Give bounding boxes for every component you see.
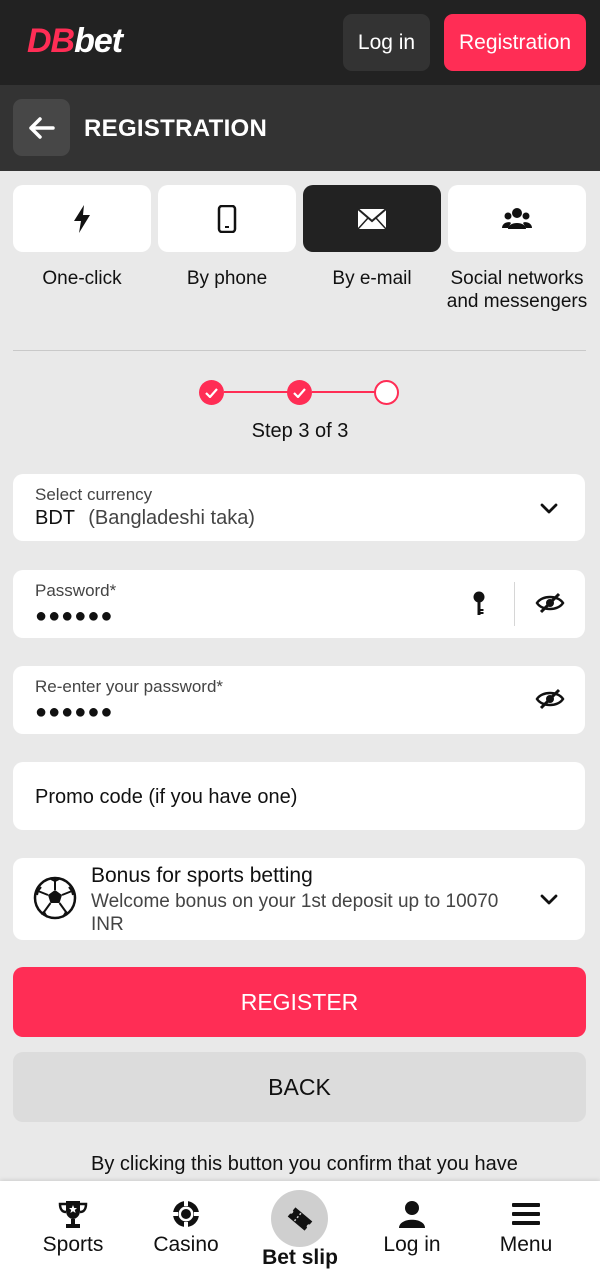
nav-login-label: Log in — [383, 1233, 441, 1256]
field-separator — [514, 582, 515, 626]
method-by-phone[interactable] — [158, 185, 296, 252]
back-button[interactable]: BACK — [13, 1052, 586, 1122]
registration-button[interactable]: Registration — [444, 14, 586, 71]
nav-casino[interactable]: Casino — [131, 1199, 241, 1257]
repassword-value: ●●●●●● — [35, 701, 114, 723]
currency-value: BDT (Bangladeshi taka) — [35, 507, 255, 530]
repassword-label: Re-enter your password* — [35, 677, 224, 696]
step-indicator-text: Step 3 of 3 — [251, 420, 349, 442]
method-by-email[interactable] — [303, 185, 441, 252]
step-2-done — [287, 380, 312, 405]
step-connector — [312, 391, 376, 393]
lightning-icon — [74, 204, 90, 233]
nav-sports[interactable]: Sports — [18, 1199, 128, 1257]
register-button[interactable]: REGISTER — [13, 967, 586, 1037]
trophy-icon — [58, 1201, 88, 1228]
envelope-icon — [357, 207, 387, 230]
ticket-icon — [287, 1206, 312, 1231]
arrow-left-icon — [28, 116, 55, 139]
bottom-navigation: Sports Casino Bet slip Log in Menu — [0, 1181, 600, 1280]
hamburger-menu-icon — [512, 1203, 540, 1225]
nav-login[interactable]: Log in — [357, 1199, 467, 1257]
nav-menu[interactable]: Menu — [471, 1199, 581, 1257]
method-label-one-click: One-click — [42, 268, 122, 289]
eye-slash-icon — [535, 688, 565, 710]
eye-slash-icon — [535, 592, 565, 614]
divider — [13, 350, 586, 351]
phone-icon — [217, 204, 237, 233]
nav-betslip[interactable] — [271, 1190, 328, 1247]
method-label-by-phone: By phone — [186, 268, 268, 289]
page-header: REGISTRATION — [0, 85, 600, 171]
currency-name: (Bangladeshi taka) — [88, 507, 255, 529]
step-1-done — [199, 380, 224, 405]
repassword-field[interactable]: Re-enter your password* ●●●●●● — [13, 666, 585, 734]
check-icon — [293, 387, 306, 398]
top-bar: DBbet Log in Registration — [0, 0, 600, 85]
users-icon — [502, 207, 532, 229]
page-title: REGISTRATION — [84, 115, 268, 142]
step-3-current — [374, 380, 399, 405]
bonus-title: Bonus for sports betting — [91, 864, 313, 887]
check-icon — [205, 387, 218, 398]
bonus-subtitle: Welcome bonus on your 1st deposit up to … — [91, 891, 499, 935]
promo-code-input[interactable]: Promo code (if you have one) — [13, 762, 585, 830]
nav-betslip-label: Bet slip — [262, 1246, 338, 1269]
nav-menu-label: Menu — [499, 1233, 553, 1256]
currency-select[interactable]: Select currency BDT (Bangladeshi taka) — [13, 474, 585, 541]
login-button[interactable]: Log in — [343, 14, 430, 71]
chevron-down-icon — [540, 894, 558, 905]
logo-part-db: DB — [27, 22, 75, 60]
user-icon — [399, 1201, 425, 1228]
method-label-by-email: By e-mail — [332, 268, 412, 289]
password-field[interactable]: Password* ●●●●●● — [13, 570, 585, 638]
step-connector — [224, 391, 288, 393]
soccer-ball-icon — [33, 876, 77, 920]
password-label: Password* — [35, 581, 117, 600]
bonus-select[interactable]: Bonus for sports betting Welcome bonus o… — [13, 858, 585, 940]
key-icon — [473, 591, 485, 615]
nav-sports-label: Sports — [42, 1233, 104, 1256]
toggle-repassword-visibility[interactable] — [535, 686, 565, 712]
password-value: ●●●●●● — [35, 605, 114, 627]
toggle-password-visibility[interactable] — [535, 590, 565, 616]
casino-chip-icon — [173, 1201, 199, 1227]
nav-casino-label: Casino — [153, 1233, 219, 1256]
method-social[interactable] — [448, 185, 586, 252]
logo-part-bet: bet — [74, 22, 123, 60]
currency-label: Select currency — [35, 485, 153, 504]
dbbet-logo[interactable]: DBbet — [27, 22, 123, 61]
currency-code: BDT — [35, 507, 75, 529]
method-label-social: Social networks and messengers — [446, 268, 588, 312]
chevron-down-icon — [540, 503, 558, 514]
method-one-click[interactable] — [13, 185, 151, 252]
back-arrow-button[interactable] — [13, 99, 70, 156]
terms-text: By clicking this button you confirm that… — [91, 1153, 518, 1175]
password-generator-button[interactable] — [468, 590, 490, 618]
promo-placeholder: Promo code (if you have one) — [35, 786, 298, 808]
